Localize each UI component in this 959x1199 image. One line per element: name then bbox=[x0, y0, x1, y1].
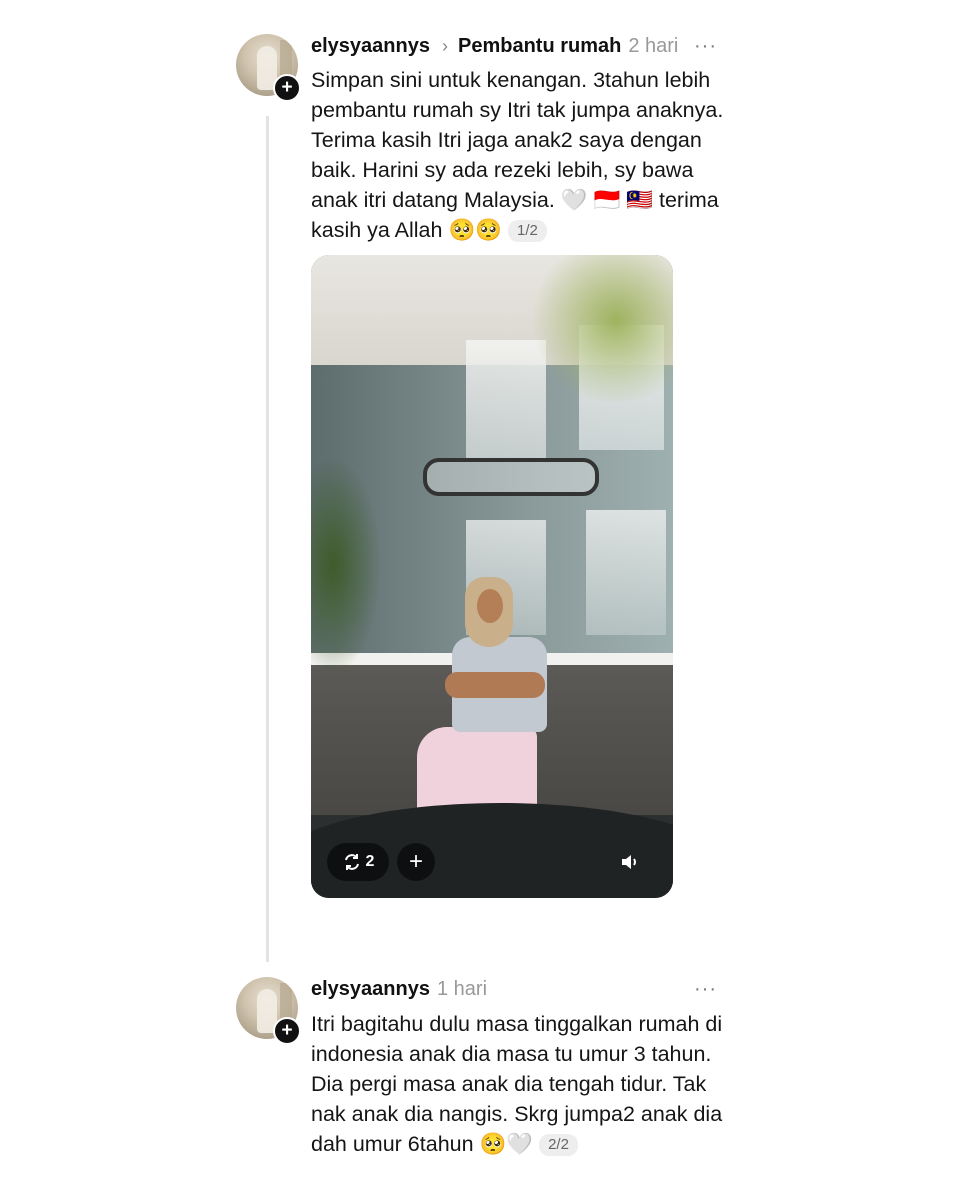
username[interactable]: elysyaannys bbox=[311, 978, 430, 1001]
more-options-icon[interactable]: ··· bbox=[694, 975, 720, 1003]
page-indicator: 2/2 bbox=[539, 1134, 578, 1156]
avatar-container[interactable]: + bbox=[236, 977, 301, 1045]
post-body: Itri bagitahu dulu masa tinggalkan rumah… bbox=[311, 1012, 723, 1156]
post-time: 1 hari bbox=[436, 977, 488, 1000]
post-header: elysyaannys 1 hari bbox=[311, 975, 719, 1003]
follow-plus-icon[interactable]: + bbox=[273, 1017, 301, 1045]
post-text: Itri bagitahu dulu masa tinggalkan rumah… bbox=[311, 1009, 731, 1159]
post-2: + elysyaannys 1 hari ··· Itri bagitahu d… bbox=[0, 0, 959, 1199]
